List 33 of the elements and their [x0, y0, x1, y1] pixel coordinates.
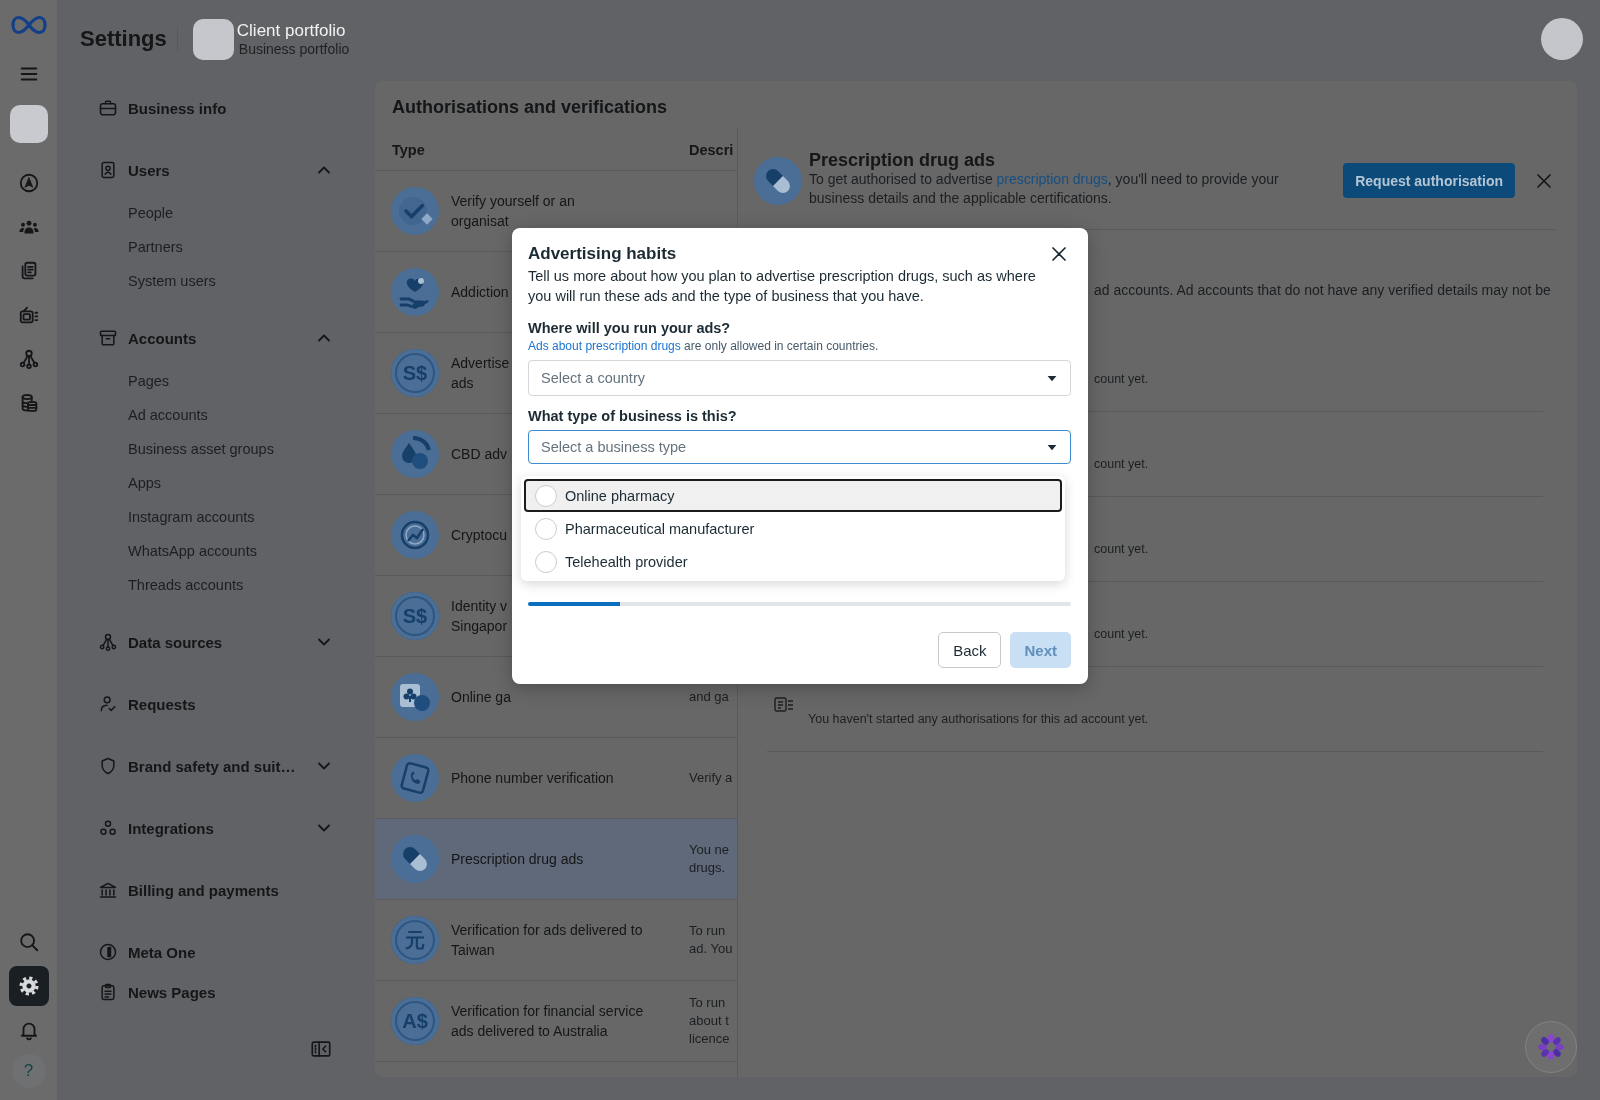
row-title: Verification for ads delivered to Taiwan: [451, 921, 643, 960]
detail-title: Prescription drug ads: [809, 150, 996, 170]
row-title: Advertise ads: [451, 354, 510, 393]
row-title: Online ga: [451, 688, 511, 707]
row-title: Verification for financial service ads delivered to Australia: [451, 1002, 644, 1041]
field-note: Ads about prescription drugs are only allowed in certain countries.: [528, 338, 879, 354]
row-description: To run about t licence: [689, 994, 730, 1048]
row-description: Verify a: [689, 769, 733, 787]
row-title: Verify yourself or an organisat: [451, 192, 575, 231]
row-description: You ne drugs.: [689, 841, 729, 877]
row-description: and ga: [689, 688, 729, 706]
row-description: To run ad. You: [689, 922, 733, 958]
portfolio-type: Business portfolio: [238, 40, 350, 58]
row-title: Identity v Singapor: [451, 597, 508, 636]
column-header: Descri: [689, 141, 734, 160]
notice-text: ad accounts. Ad accounts that do not have any verified details may not be: [1094, 281, 1551, 300]
row-title: Cryptocu: [451, 526, 508, 545]
status-text: You haven't started any authorisations for this ad account yet.: [808, 711, 1149, 728]
row-title: Addiction: [451, 283, 509, 302]
status-text: count yet.: [1094, 456, 1149, 473]
field-label: What type of business is this?: [528, 407, 737, 426]
row-title: Prescription drug ads: [451, 850, 584, 869]
status-text: count yet.: [1094, 541, 1149, 558]
detail-description: To get authorised to advertise prescription drugs, you'll need to provide your business details and the applicable certifications.: [809, 170, 1280, 208]
dialog-description: Tell us more about how you plan to advertise prescription drugs, such as where you will run these ads and the type of business that you have.: [528, 267, 1037, 306]
field-label: Where will you run your ads?: [528, 319, 731, 338]
page-title: Settings: [80, 25, 167, 53]
row-title: Phone number verification: [451, 769, 614, 788]
status-text: count yet.: [1094, 371, 1149, 388]
status-text: count yet.: [1094, 626, 1149, 643]
section-title: Authorisations and verifications: [391, 96, 669, 119]
column-header: Type: [392, 141, 425, 160]
row-title: CBD adv: [451, 445, 508, 464]
